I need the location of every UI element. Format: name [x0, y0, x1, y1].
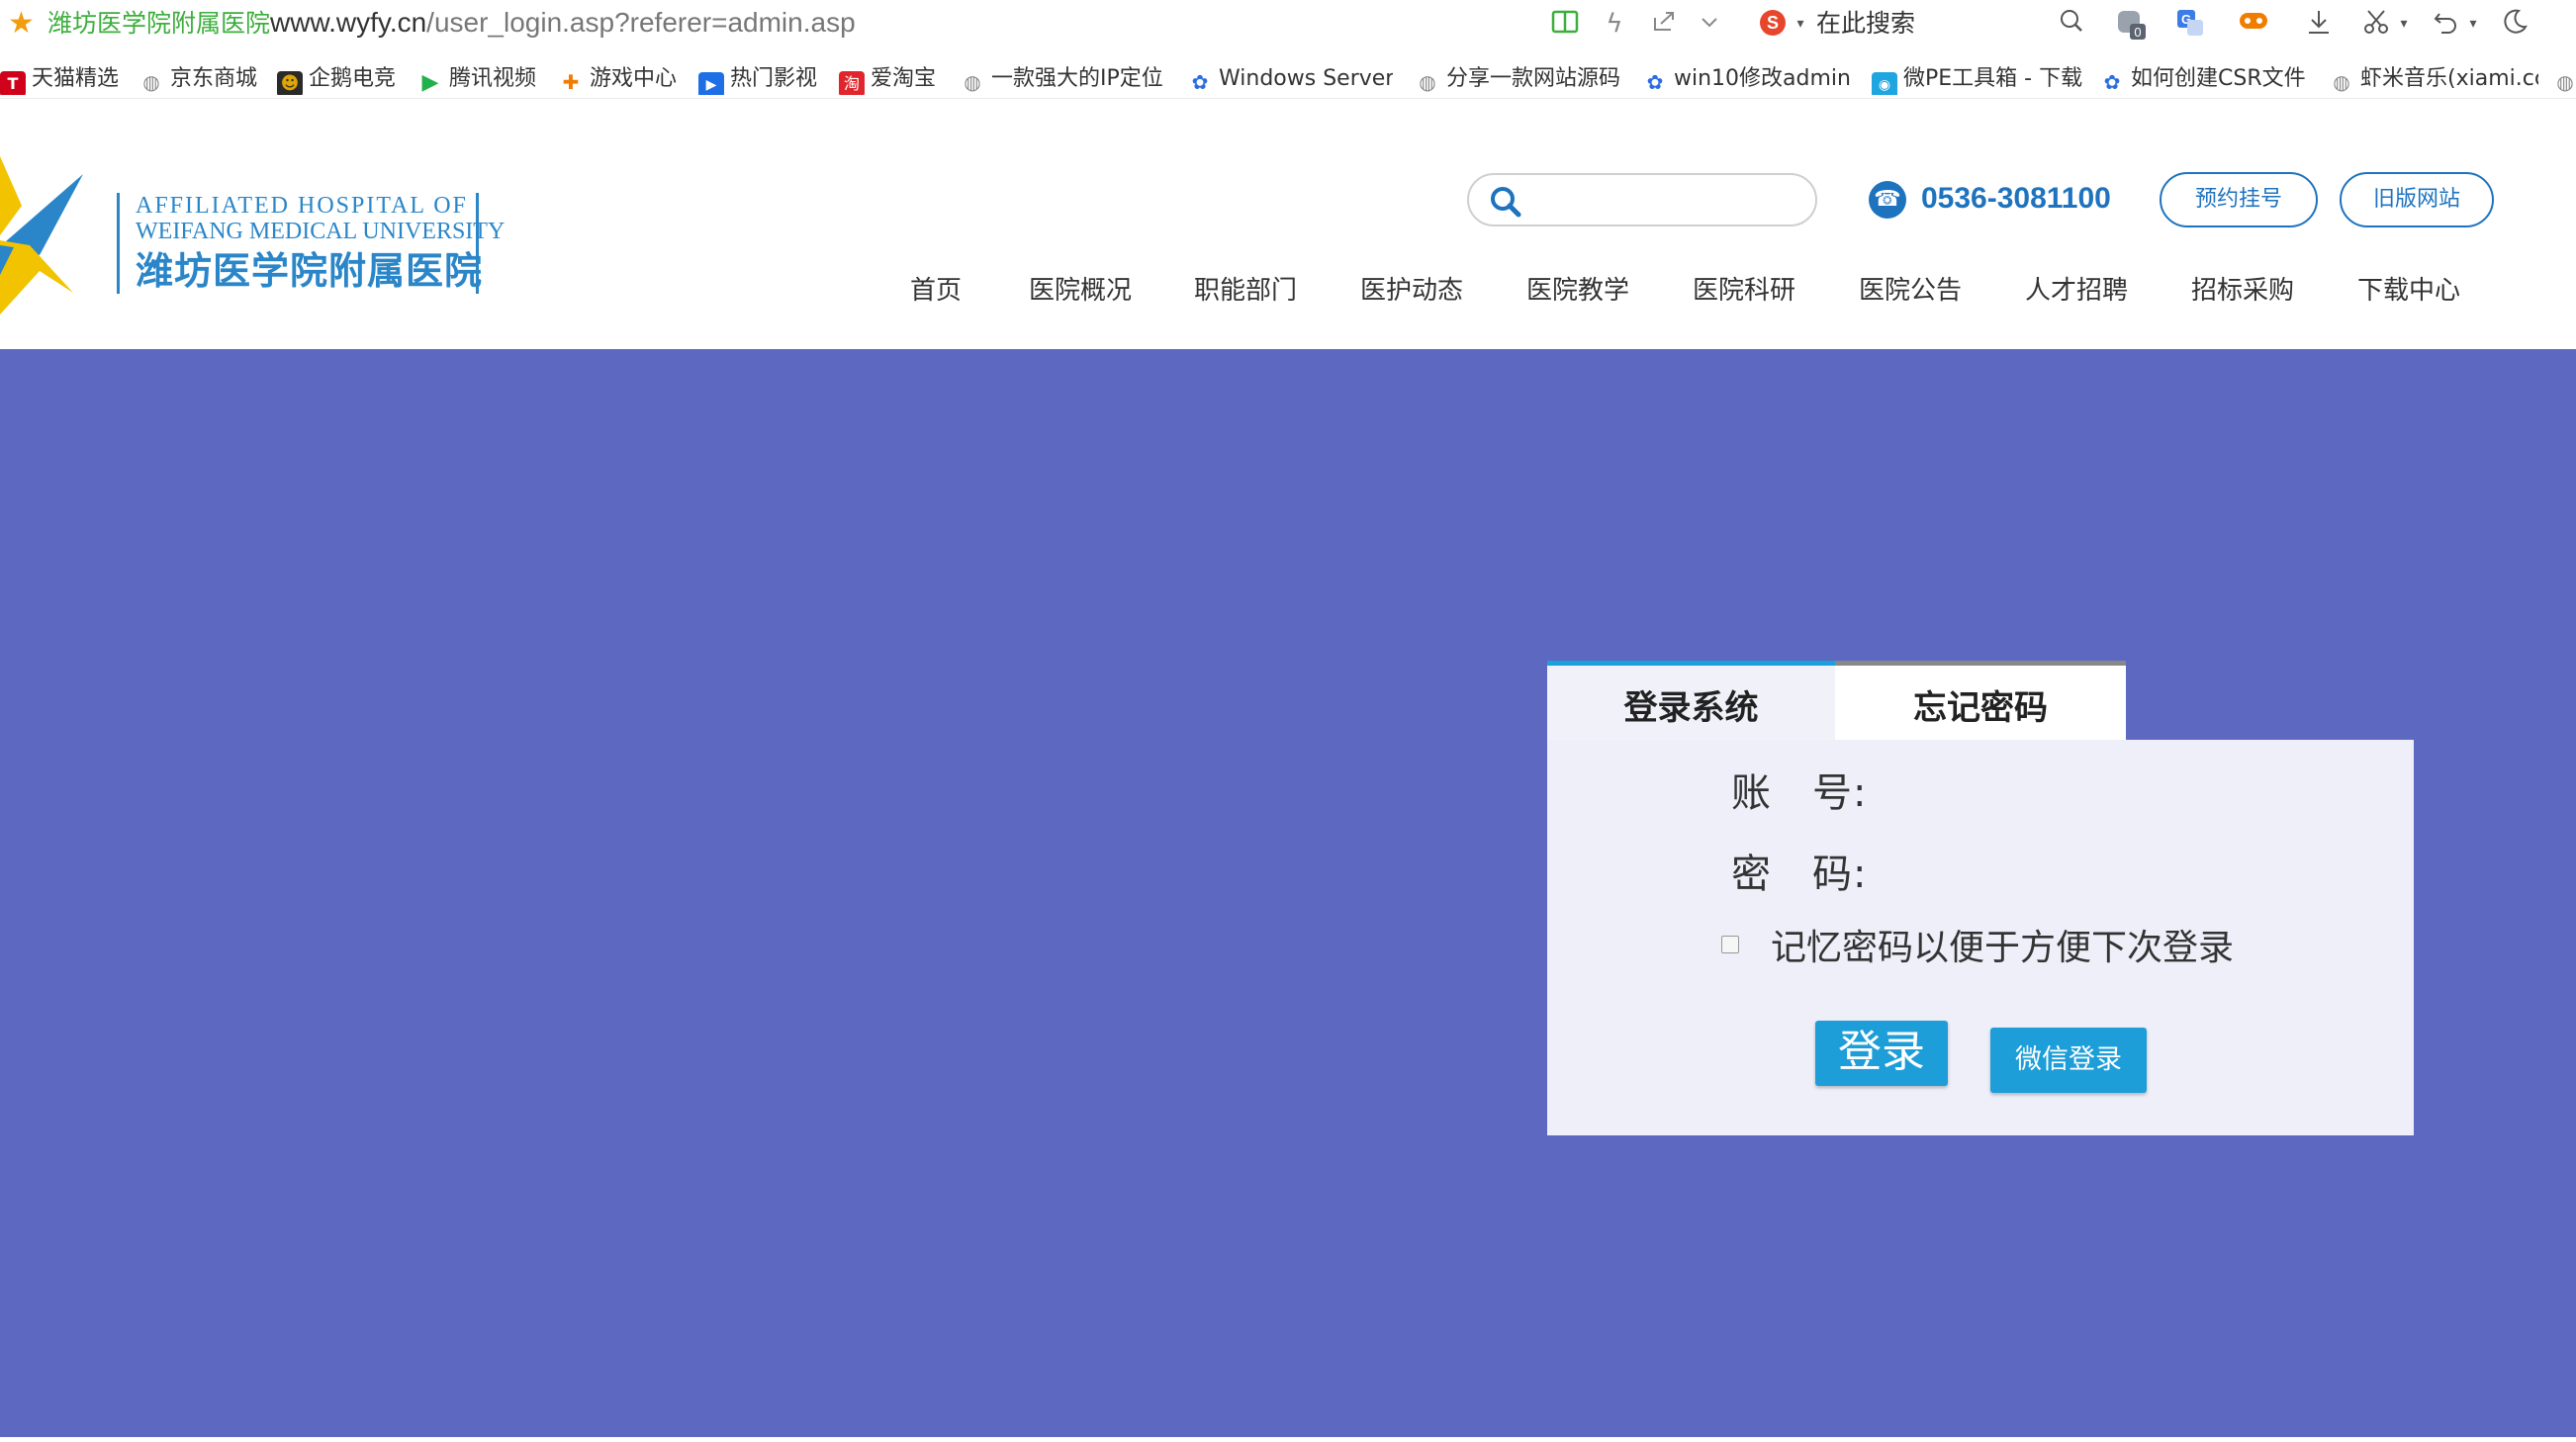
nav-news[interactable]: 医护动态 [1360, 269, 1463, 313]
reader-mode-icon[interactable] [1549, 8, 1581, 40]
globe-icon: ◍ [2556, 70, 2574, 94]
bookmark-overflow[interactable]: ◍ [2552, 63, 2576, 95]
globe-icon: ◍ [142, 70, 160, 94]
nav-procurement[interactable]: 招标采购 [2191, 269, 2294, 313]
site-search-box[interactable] [1467, 173, 1817, 226]
bookmark-tmall[interactable]: T 天猫精选 [0, 63, 119, 95]
bookmarks-bar: T 天猫精选 ◍ 京东商城 ☻ 企鹅电竞 ▶ 腾讯视频 ✚ 游戏中心 ▶ 热门影视 淘爱淘宝… [0, 59, 2576, 99]
video-icon: ▶ [698, 72, 724, 95]
search-icon[interactable] [1489, 185, 1522, 219]
engine-dropdown-icon[interactable]: ▾ [1785, 8, 1816, 40]
wechat-login-button[interactable]: 微信登录 [1990, 1028, 2147, 1093]
nav-home[interactable]: 首页 [910, 269, 962, 313]
wepe-icon: ◉ [1872, 72, 1897, 95]
gamepad-icon: ✚ [562, 70, 580, 94]
translate-icon[interactable]: G [2174, 8, 2206, 40]
tencent-video-icon: ▶ [421, 70, 439, 95]
hotline-number: 0536-3081100 [1921, 182, 2111, 215]
penguin-esports-icon: ☻ [277, 71, 303, 95]
chevron-down-icon[interactable] [1694, 8, 1725, 40]
baidu-paw-icon: ✿ [2103, 70, 2121, 94]
baidu-paw-icon: ✿ [1646, 70, 1664, 94]
globe-icon: ◍ [2333, 70, 2350, 94]
url-host: www.wyfy.cn [270, 7, 427, 38]
remember-password-checkbox[interactable] [1721, 936, 1739, 953]
login-tabs: 登录系统 忘记密码 [1547, 661, 2126, 740]
globe-icon: ◍ [964, 70, 981, 94]
globe-icon: ◍ [1419, 70, 1436, 94]
url-field[interactable]: www.wyfy.cn/user_login.asp?referer=admin… [270, 6, 856, 40]
bookmark-penguin-esports[interactable]: ☻ 企鹅电竞 [277, 63, 396, 95]
login-button[interactable]: 登录 [1815, 1021, 1948, 1086]
bookmark-tencent-video[interactable]: ▶ 腾讯视频 [417, 63, 536, 95]
site-search-input[interactable] [1538, 183, 1795, 217]
share-icon[interactable] [1648, 8, 1680, 40]
browser-search-field[interactable]: 在此搜索 [1816, 8, 1915, 40]
download-icon[interactable] [2303, 8, 2335, 40]
logo-english-line1: AFFILIATED HOSPITAL OF [136, 193, 468, 219]
undo-dropdown-icon[interactable]: ▾ [2457, 8, 2489, 40]
account-label: 账 号: [1731, 770, 1868, 816]
aitaobao-icon: 淘 [839, 71, 865, 95]
bookmark-aitaobao[interactable]: 淘爱淘宝 [839, 63, 936, 95]
nav-teaching[interactable]: 医院教学 [1526, 269, 1629, 313]
bookmark-hot-video[interactable]: ▶ 热门影视 [698, 63, 817, 95]
tmall-icon: T [0, 71, 26, 95]
bookmark-game-center[interactable]: ✚ 游戏中心 [558, 63, 677, 95]
magnifier-icon[interactable] [2056, 8, 2087, 40]
svg-text:S: S [1767, 13, 1779, 33]
bookmark-win10-admin[interactable]: ✿ win10修改admini [1642, 63, 1850, 95]
scissors-dropdown-icon[interactable]: ▾ [2388, 8, 2420, 40]
appointment-button[interactable]: 预约挂号 [2160, 172, 2318, 227]
site-title: 潍坊医学院附属医院 [47, 9, 271, 38]
bookmark-csr[interactable]: ✿ 如何创建CSR文件 [2099, 63, 2307, 95]
main-navigation: 首页 医院概况 职能部门 医护动态 医院教学 医院科研 医院公告 人才招聘 招标… [0, 269, 2576, 313]
url-path: /user_login.asp?referer=admin.asp [426, 7, 856, 38]
nav-research[interactable]: 医院科研 [1693, 269, 1795, 313]
lightning-icon[interactable]: ϟ [1599, 8, 1630, 40]
svg-text:0: 0 [2134, 25, 2141, 40]
bookmark-windows-server[interactable]: ✿ Windows Server [1187, 63, 1393, 95]
nav-recruitment[interactable]: 人才招聘 [2025, 269, 2128, 313]
night-mode-icon[interactable] [2499, 8, 2530, 40]
remember-password-label: 记忆密码以便于方便下次登录 [1771, 928, 2235, 968]
game-icon[interactable] [2238, 8, 2269, 40]
tab-forgot-password[interactable]: 忘记密码 [1835, 661, 2126, 740]
nav-departments[interactable]: 职能部门 [1194, 269, 1297, 313]
nav-announcements[interactable]: 医院公告 [1859, 269, 1962, 313]
bookmark-share-source[interactable]: ◍ 分享一款网站源码 [1415, 63, 1620, 95]
bookmark-xiami[interactable]: ◍ 虾米音乐(xiami.cc [2329, 63, 2538, 95]
old-site-button[interactable]: 旧版网站 [2340, 172, 2494, 227]
nav-hospital-overview[interactable]: 医院概况 [1029, 269, 1132, 313]
star-icon[interactable]: ★ [8, 6, 35, 42]
browser-address-bar: ★ 潍坊医学院附属医院 www.wyfy.cn/user_login.asp?r… [0, 0, 2576, 47]
baidu-paw-icon: ✿ [1191, 70, 1209, 94]
bookmark-jd[interactable]: ◍ 京东商城 [138, 63, 257, 95]
tab-login-system[interactable]: 登录系统 [1547, 661, 1835, 740]
phone-icon: ☎ [1869, 181, 1906, 219]
extension-icon[interactable]: 0 [2115, 8, 2147, 40]
nav-downloads[interactable]: 下载中心 [2357, 269, 2460, 313]
bookmark-wepe[interactable]: ◉ 微PE工具箱 - 下载 [1872, 63, 2083, 95]
bookmark-ip-locate[interactable]: ◍ 一款强大的IP定位 [960, 63, 1169, 95]
password-label: 密 码: [1731, 852, 1868, 897]
logo-english-line2: WEIFANG MEDICAL UNIVERSITY [136, 219, 506, 244]
login-panel: 账 号: 密 码: 记忆密码以便于方便下次登录 登录 微信登录 [1547, 740, 2414, 1135]
